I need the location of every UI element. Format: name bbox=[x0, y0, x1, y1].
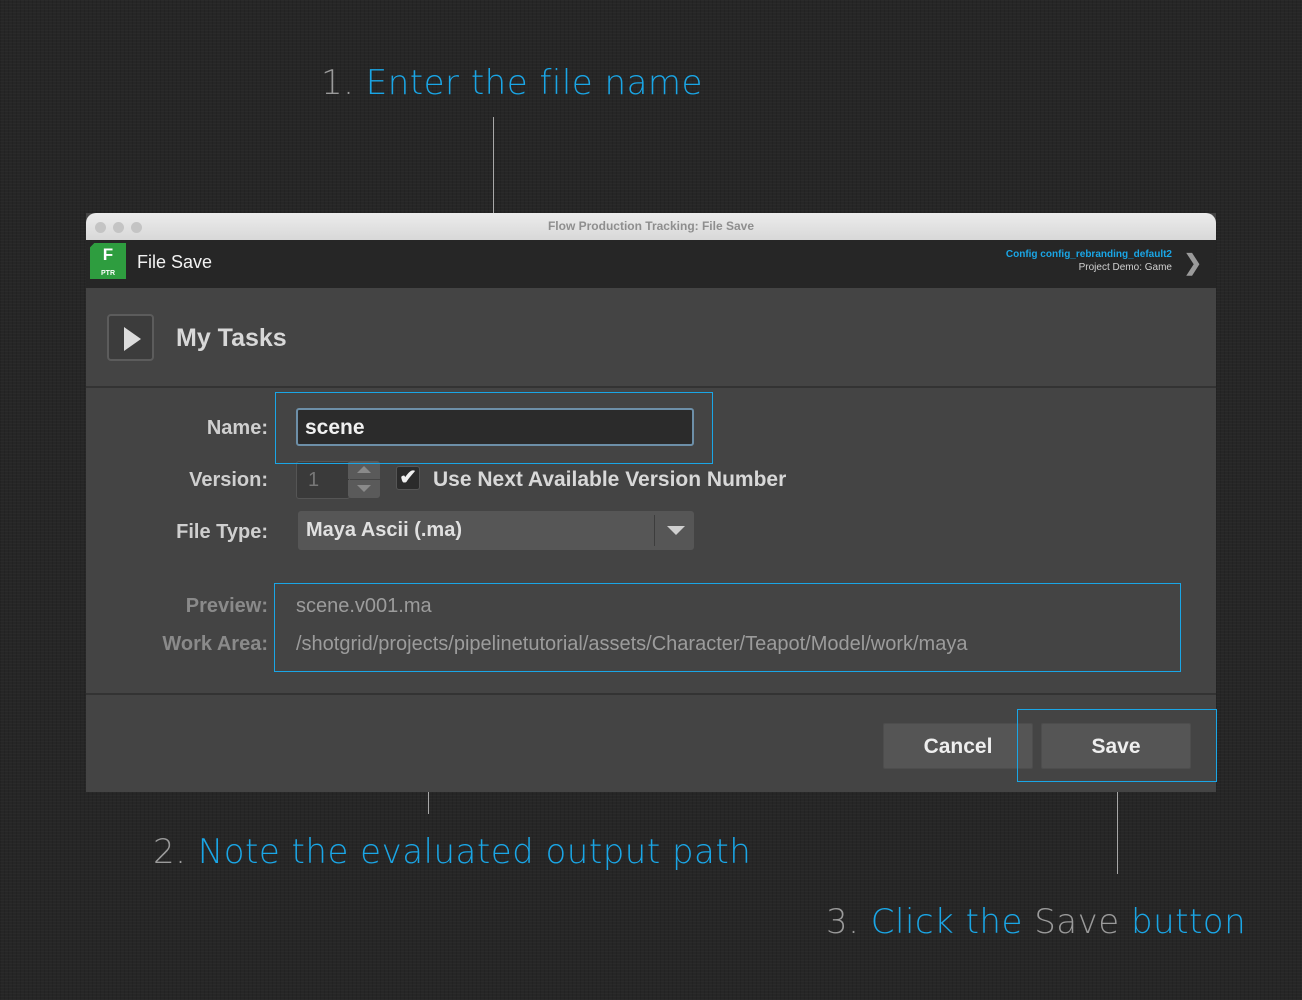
expand-tasks-button[interactable] bbox=[107, 314, 154, 361]
callout-enter-file-name: 1. Enter the file name bbox=[321, 63, 703, 103]
file-type-value: Maya Ascii (.ma) bbox=[306, 519, 462, 541]
version-decrement-button[interactable] bbox=[348, 480, 380, 498]
title-bar: Flow Production Tracking: File Save bbox=[86, 213, 1216, 240]
config-info[interactable]: Config config_rebranding_default2 Projec… bbox=[1006, 248, 1172, 274]
window-title: Flow Production Tracking: File Save bbox=[547, 219, 755, 233]
name-label: Name: bbox=[206, 417, 268, 439]
work-area-value: /shotgrid/projects/pipelinetutorial/asse… bbox=[296, 633, 968, 655]
use-next-version-label[interactable]: Use Next Available Version Number bbox=[433, 468, 786, 492]
use-next-version-checkbox[interactable]: ✔ bbox=[396, 466, 420, 490]
file-type-dropdown[interactable]: Maya Ascii (.ma) bbox=[298, 511, 694, 550]
chevron-down-icon bbox=[667, 526, 685, 535]
ptr-logo-icon: F PTR bbox=[90, 243, 126, 279]
dialog-footer: Cancel Save bbox=[86, 695, 1216, 792]
save-button[interactable]: Save bbox=[1041, 723, 1191, 769]
callout-line-3 bbox=[1117, 782, 1118, 874]
save-form: Name: scene Version: 1 ✔ Use Next Availa… bbox=[86, 388, 1216, 695]
project-name: Project Demo: Game bbox=[1078, 262, 1172, 273]
preview-value: scene.v001.ma bbox=[296, 595, 432, 617]
name-input[interactable]: scene bbox=[296, 408, 694, 446]
my-tasks-label: My Tasks bbox=[176, 324, 287, 352]
file-type-label: File Type: bbox=[176, 521, 268, 543]
version-spinbox[interactable]: 1 bbox=[296, 461, 350, 499]
preview-label: Preview: bbox=[185, 595, 268, 617]
cancel-button[interactable]: Cancel bbox=[883, 723, 1033, 769]
play-icon bbox=[124, 327, 141, 351]
app-header: F PTR File Save Config config_rebranding… bbox=[86, 240, 1216, 288]
version-increment-button[interactable] bbox=[348, 461, 380, 479]
arrow-down-icon bbox=[357, 485, 371, 492]
work-area-label: Work Area: bbox=[162, 633, 268, 655]
app-title: File Save bbox=[137, 252, 213, 272]
callout-click-save: 3. Click the Save button bbox=[826, 902, 1247, 942]
config-name: Config config_rebranding_default2 bbox=[1005, 249, 1172, 260]
version-label: Version: bbox=[189, 469, 268, 491]
chevron-right-icon[interactable]: ❯ bbox=[1184, 250, 1202, 276]
my-tasks-section: My Tasks bbox=[86, 288, 1216, 388]
arrow-up-icon bbox=[357, 466, 371, 473]
callout-output-path: 2. Note the evaluated output path bbox=[153, 832, 752, 872]
file-save-window: Flow Production Tracking: File Save F PT… bbox=[86, 213, 1216, 792]
